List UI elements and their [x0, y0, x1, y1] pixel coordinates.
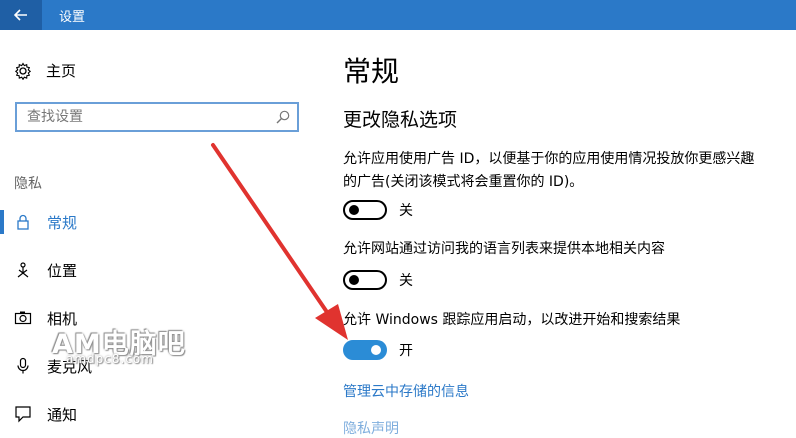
back-arrow-icon [14, 9, 27, 21]
language-list-toggle[interactable] [343, 270, 387, 290]
setting-description-ad-id: 允许应用使用广告 ID，以便基于你的应用使用情况投放你更感兴趣的广告(关闭该模式… [343, 151, 755, 190]
watermark: AM电脑吧 amdpc8.com [52, 322, 186, 366]
privacy-statement-link[interactable]: 隐私声明 [343, 418, 399, 438]
notification-icon [15, 406, 31, 423]
toggle-state-label: 开 [399, 343, 413, 359]
title-bar: 设置 [0, 0, 796, 30]
sidebar-item-label: 通知 [47, 406, 78, 424]
setting-row-ad-id: 关 [343, 200, 413, 220]
sidebar-item-label: 位置 [47, 262, 78, 280]
sidebar-item-general[interactable]: 常规 [0, 202, 320, 242]
setting-row-app-launch-tracking: 开 [343, 340, 413, 360]
sidebar-item-label: 常规 [47, 214, 78, 232]
sidebar: 主页 隐私 常规 位置 相机 [0, 30, 320, 425]
search-box[interactable] [15, 102, 299, 132]
main-content: 常规 更改隐私选项 允许应用使用广告 ID，以便基于你的应用使用情况投放你更感兴… [343, 30, 796, 437]
toggle-state-label: 关 [399, 203, 413, 219]
section-subtitle: 更改隐私选项 [343, 109, 458, 131]
manage-cloud-info-link[interactable]: 管理云中存储的信息 [343, 381, 469, 401]
camera-icon [14, 311, 32, 325]
search-icon[interactable] [275, 109, 291, 125]
lock-icon [17, 214, 29, 230]
ad-id-toggle[interactable] [343, 200, 387, 220]
sidebar-item-location[interactable]: 位置 [0, 250, 320, 290]
toggle-knob [349, 205, 359, 215]
toggle-knob [371, 345, 381, 355]
setting-description-app-launch-tracking: 允许 Windows 跟踪应用启动，以改进开始和搜索结果 [343, 312, 681, 328]
page-title: 常规 [343, 55, 400, 88]
window-title: 设置 [59, 10, 86, 25]
active-indicator [0, 210, 4, 234]
home-label: 主页 [46, 62, 77, 80]
location-icon [17, 262, 29, 278]
watermark-sub: amdpc8.com [66, 352, 154, 366]
search-input[interactable] [27, 108, 267, 126]
home-link[interactable]: 主页 [14, 60, 76, 81]
toggle-knob [349, 275, 359, 285]
setting-description-language-list: 允许网站通过访问我的语言列表来提供本地相关内容 [343, 241, 665, 257]
microphone-icon [17, 357, 29, 374]
gear-icon [14, 61, 32, 80]
app-launch-tracking-toggle[interactable] [343, 340, 387, 360]
back-button[interactable] [0, 0, 42, 30]
setting-row-language-list: 关 [343, 270, 413, 290]
section-label: 隐私 [14, 176, 42, 192]
toggle-state-label: 关 [399, 273, 413, 289]
sidebar-item-notifications[interactable]: 通知 [0, 394, 320, 434]
